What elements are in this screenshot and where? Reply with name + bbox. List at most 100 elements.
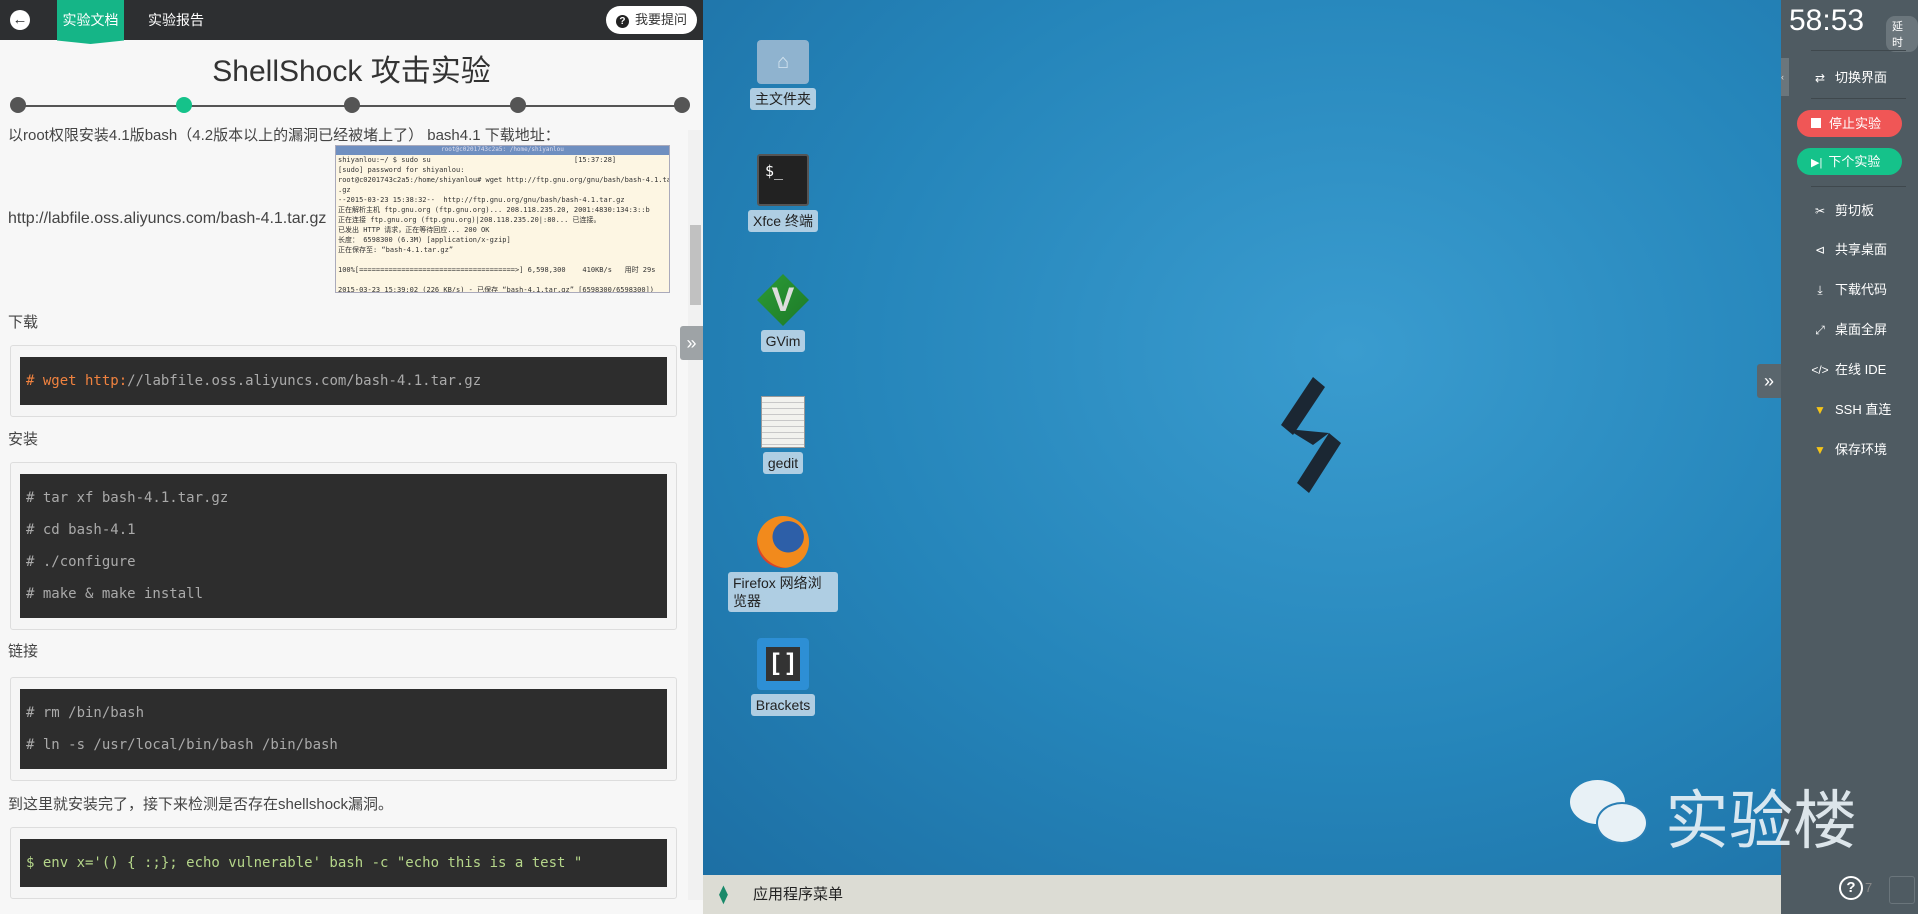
shiyanlou-logo-icon xyxy=(1281,377,1341,493)
screenshot-line: 正在解析主机 ftp.gnu.org (ftp.gnu.org)... 208.… xyxy=(338,206,650,214)
item-label: 保存环境 xyxy=(1835,442,1888,457)
screenshot-line: 正在连接 ftp.gnu.org (ftp.gnu.org)|208.118.2… xyxy=(338,216,601,224)
code-block-link: # rm /bin/bash # ln -s /usr/local/bin/ba… xyxy=(10,677,677,781)
icon-label: Firefox 网络浏览器 xyxy=(728,572,838,612)
code-line[interactable]: # ./configure xyxy=(26,546,661,578)
switch-view-button[interactable]: ⇄ 切换界面 xyxy=(1811,67,1887,86)
next-lab-button[interactable]: ▶| 下个实验 xyxy=(1797,148,1902,175)
switch-label: 切换界面 xyxy=(1835,70,1888,85)
sidebar-item-save-env[interactable]: ▼ 保存环境 xyxy=(1811,439,1887,458)
code-line[interactable]: $ env x='() { :;}; echo vulnerable' bash… xyxy=(26,847,661,879)
vim-icon: V xyxy=(757,274,809,326)
item-label: 下载代码 xyxy=(1835,282,1888,297)
sidebar-item-ssh[interactable]: ▼ SSH 直连 xyxy=(1811,399,1891,418)
code-block-check: $ env x='() { :;}; echo vulnerable' bash… xyxy=(10,827,677,899)
next-label: 下个实验 xyxy=(1828,154,1881,169)
item-label: 共享桌面 xyxy=(1835,242,1888,257)
screenshot-title: root@c0201743c2a5: /home/shiyanlou xyxy=(336,146,669,155)
stop-icon xyxy=(1811,118,1821,128)
code-line[interactable]: # make & make install xyxy=(26,578,661,610)
vip-icon: ▼ xyxy=(1814,443,1826,457)
code-line[interactable]: # rm /bin/bash xyxy=(26,697,661,729)
code-line[interactable]: # wget http://labfile.oss.aliyuncs.com/b… xyxy=(26,365,661,397)
step-1[interactable] xyxy=(10,97,26,113)
icon-label: GVim xyxy=(760,330,806,352)
step-4[interactable] xyxy=(510,97,526,113)
help-icon[interactable]: ? xyxy=(1839,876,1863,900)
keyboard-icon[interactable] xyxy=(1889,876,1915,904)
doc-scrollbar-thumb[interactable] xyxy=(690,225,701,305)
tab-lab-doc[interactable]: 实验文档 xyxy=(57,0,124,44)
sidebar-item-download[interactable]: ⤓ 下载代码 xyxy=(1811,279,1887,298)
screenshot-line: 100%[===================================… xyxy=(338,266,656,274)
desktop-icon-gedit[interactable]: gedit xyxy=(733,396,833,474)
expand-sidebar-button[interactable]: » xyxy=(1757,364,1781,398)
screenshot-line: .gz xyxy=(338,186,351,194)
remote-desktop[interactable]: ⌂ 主文件夹 $_ Xfce 终端 V GVim gedit Firefox 网… xyxy=(703,0,1781,875)
desktop-icon-home[interactable]: ⌂ 主文件夹 xyxy=(733,34,833,110)
sidebar-item-clipboard[interactable]: ✂ 剪切板 xyxy=(1811,200,1874,219)
icon-label: 主文件夹 xyxy=(750,88,816,110)
delay-button[interactable]: 延时 xyxy=(1886,16,1918,52)
desktop-icon-terminal[interactable]: $_ Xfce 终端 xyxy=(733,154,833,232)
terminal-icon: $_ xyxy=(757,154,809,206)
app-menu-button[interactable]: 应用程序菜单 xyxy=(753,886,843,903)
doc-topbar: ← 实验文档 实验报告 ? 我要提问 xyxy=(0,0,703,44)
stop-lab-button[interactable]: 停止实验 xyxy=(1797,110,1902,137)
collapse-sidebar-handle[interactable]: ‹ xyxy=(1781,58,1789,96)
terminal-screenshot: root@c0201743c2a5: /home/shiyanlou shiya… xyxy=(335,145,670,293)
intro-text: 以root权限安装4.1版bash（4.2版本以上的漏洞已经被堵上了） bash… xyxy=(8,127,560,144)
expand-panel-button[interactable]: » xyxy=(680,326,703,360)
download-icon: ⤓ xyxy=(1817,283,1823,297)
item-label: 剪切板 xyxy=(1835,203,1875,218)
desktop-icon-brackets[interactable]: [ ] Brackets xyxy=(733,638,833,716)
app-menu-icon: ⧫ xyxy=(719,884,728,904)
divider xyxy=(1811,186,1906,187)
watermark: 实验楼 xyxy=(1665,785,1857,857)
code-line[interactable]: # cd bash-4.1 xyxy=(26,514,661,546)
screenshot-line xyxy=(336,275,669,285)
ask-question-button[interactable]: ? 我要提问 xyxy=(605,6,697,34)
sidebar-item-share[interactable]: ⊲ 共享桌面 xyxy=(1811,239,1887,258)
sidebar-item-ide[interactable]: </> 在线 IDE xyxy=(1811,359,1886,378)
brackets-icon: [ ] xyxy=(766,647,800,681)
download-url[interactable]: http://labfile.oss.aliyuncs.com/bash-4.1… xyxy=(8,210,326,228)
ask-label: 我要提问 xyxy=(634,12,687,27)
code-block-install: # tar xf bash-4.1.tar.gz # cd bash-4.1 #… xyxy=(10,462,677,630)
help-count: 7 xyxy=(1865,880,1873,895)
skip-next-icon: ▶| xyxy=(1811,157,1823,169)
gedit-icon xyxy=(761,396,805,448)
stop-label: 停止实验 xyxy=(1829,116,1882,131)
item-label: 在线 IDE xyxy=(1835,362,1887,377)
wechat-icon xyxy=(1570,780,1650,850)
code-line[interactable]: # tar xf bash-4.1.tar.gz xyxy=(26,482,661,514)
screenshot-line: 长度： 6598300 (6.3M) [application/x-gzip] xyxy=(338,236,511,244)
step-3[interactable] xyxy=(344,97,360,113)
code-keyword: # wget http: xyxy=(26,373,128,389)
page-title: ShellShock 攻击实验 xyxy=(212,55,491,88)
scissors-icon: ✂ xyxy=(1814,204,1826,218)
fullscreen-icon: ⤢ xyxy=(1815,323,1825,337)
item-label: 桌面全屏 xyxy=(1835,322,1888,337)
section-heading-link: 链接 xyxy=(8,643,39,660)
tab-lab-report[interactable]: 实验报告 xyxy=(140,0,212,40)
divider xyxy=(1811,50,1906,51)
back-arrow-icon[interactable]: ← xyxy=(10,10,30,30)
desktop-icon-firefox[interactable]: Firefox 网络浏览器 xyxy=(718,516,848,612)
icon-label: Brackets xyxy=(750,694,816,716)
step-5[interactable] xyxy=(674,97,690,113)
sidebar-item-fullscreen[interactable]: ⤢ 桌面全屏 xyxy=(1811,319,1887,338)
code-line[interactable]: # ln -s /usr/local/bin/bash /bin/bash xyxy=(26,729,661,761)
lab-doc-panel: ← 实验文档 实验报告 ? 我要提问 ShellShock 攻击实验 以root权… xyxy=(0,0,703,914)
firefox-icon xyxy=(757,516,809,568)
screenshot-line: 已发出 HTTP 请求，正在等待回应... 200 OK xyxy=(338,226,490,234)
share-icon: ⊲ xyxy=(1814,243,1826,257)
desktop-icon-gvim[interactable]: V GVim xyxy=(733,274,833,352)
question-icon: ? xyxy=(615,15,629,28)
folder-home-icon: ⌂ xyxy=(757,40,809,84)
item-label: SSH 直连 xyxy=(1835,402,1892,417)
code-icon: </> xyxy=(1811,363,1829,377)
countdown-timer: 58:53 xyxy=(1789,4,1865,37)
step-2-current[interactable] xyxy=(176,97,192,113)
screenshot-line: root@c0201743c2a5:/home/shiyanlou# wget … xyxy=(338,176,670,184)
